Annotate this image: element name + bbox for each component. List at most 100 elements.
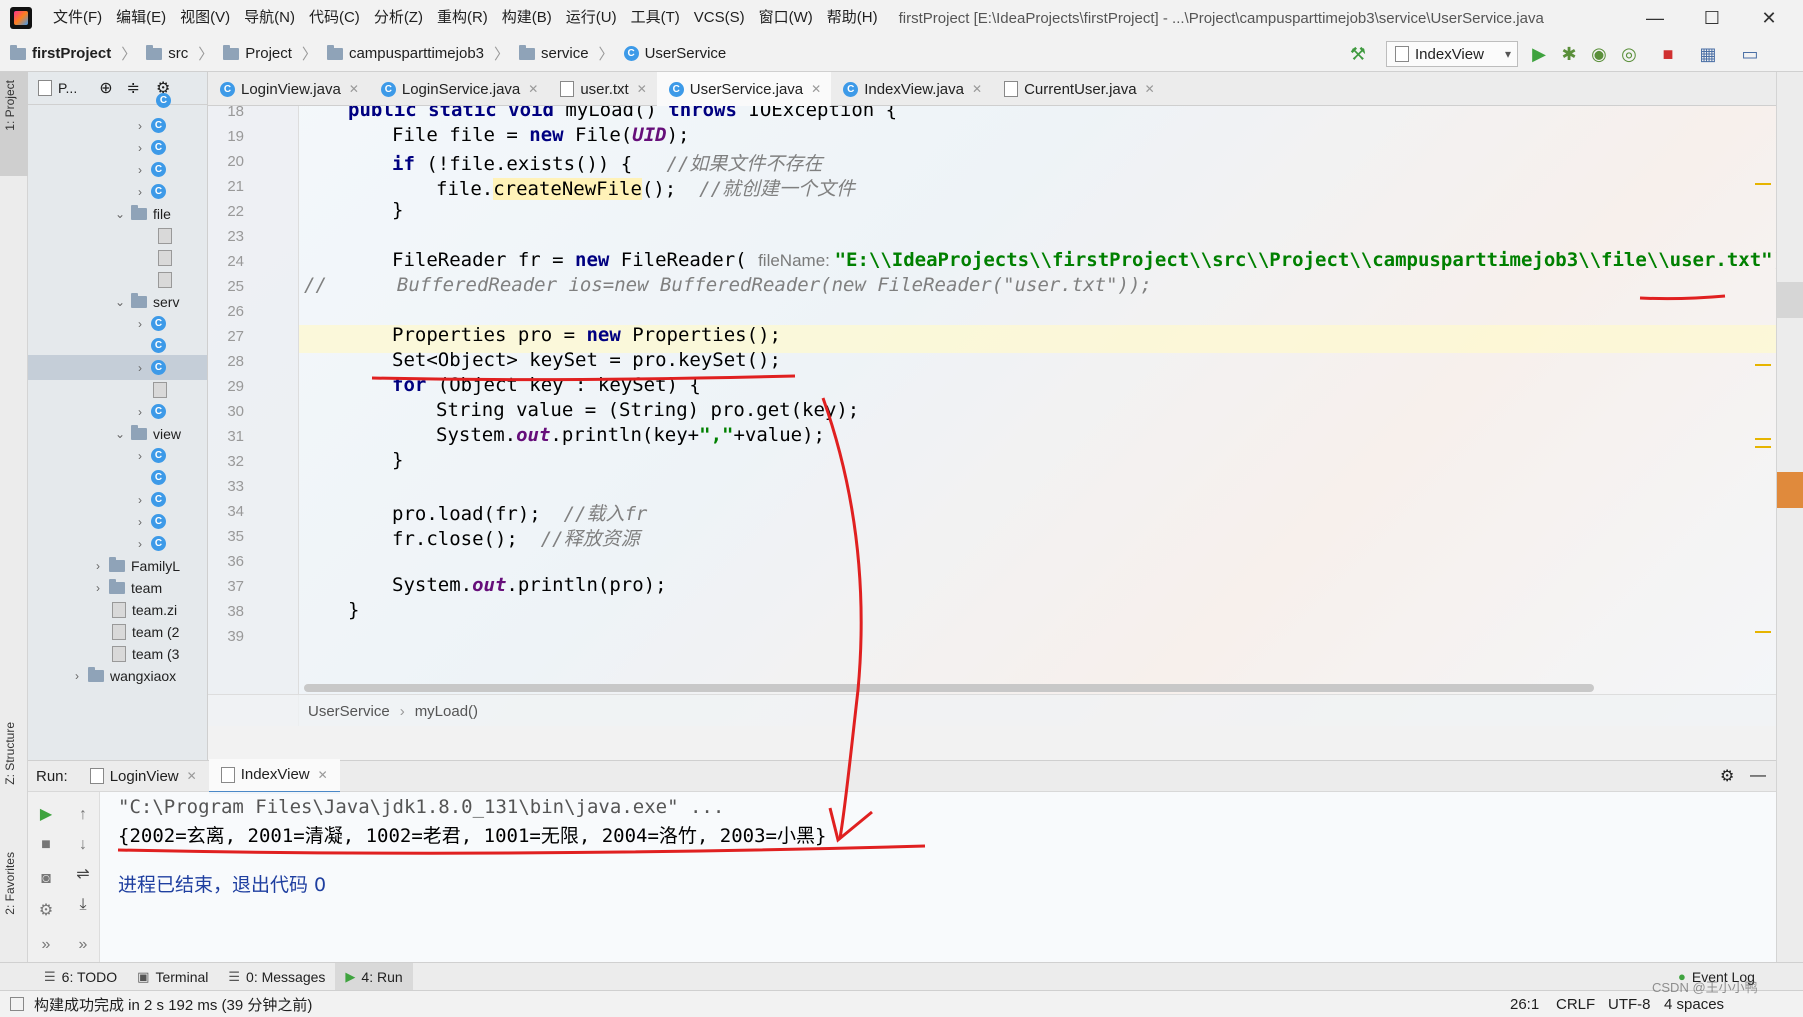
close-tab-icon[interactable]: ✕ [187,769,197,783]
scroll-down-icon[interactable]: ↓ [72,834,94,856]
more-icon[interactable]: » [72,934,94,956]
close-tab-icon[interactable]: ✕ [318,768,328,782]
menu-refactor[interactable]: 重构(R) [430,0,495,36]
editor-breadcrumb-method[interactable]: myLoad() [415,703,478,720]
indent-setting[interactable]: 4 spaces [1664,996,1724,1013]
scroll-up-icon[interactable]: ↑ [72,804,94,826]
menu-code[interactable]: 代码(C) [302,0,367,36]
minimize-icon[interactable]: — [1627,0,1683,36]
camera-icon[interactable]: ◙ [35,868,57,890]
menu-tools[interactable]: 工具(T) [624,0,687,36]
project-folder-icon [10,44,26,60]
menu-vcs[interactable]: VCS(S) [687,0,752,36]
run-tool-tab[interactable]: ▶ 4: Run [335,962,413,991]
close-tab-icon[interactable]: ✕ [1145,82,1155,96]
error-stripe-marker[interactable] [1777,472,1803,508]
line-number-gutter: 18 19 20 21 22 23 24 25 26 27 28 29 30 3… [208,106,299,726]
more-icon[interactable]: » [35,934,57,956]
warning-marker[interactable] [1755,183,1771,185]
stop-icon[interactable]: ■ [1658,44,1678,64]
menu-window[interactable]: 窗口(W) [752,0,820,36]
coverage-icon[interactable]: ◉ [1589,44,1609,64]
close-tab-icon[interactable]: ✕ [349,82,359,96]
caret-position[interactable]: 26:1 [1510,996,1539,1013]
close-tab-icon[interactable]: ✕ [811,82,821,96]
tab-indexview[interactable]: C IndexView.java ✕ [831,72,992,106]
run-settings-gear-icon[interactable]: ⚙ [1720,766,1734,786]
breadcrumb-project[interactable]: firstProject 〉 [0,43,136,64]
tab-loginservice[interactable]: C LoginService.java ✕ [369,72,548,106]
maximize-icon[interactable]: ☐ [1684,0,1740,36]
editor-breadcrumb-class[interactable]: UserService [308,703,390,720]
tab-currentuser[interactable]: CurrentUser.java ✕ [992,72,1165,106]
breadcrumb-src[interactable]: src 〉 [136,43,213,64]
run-icon[interactable]: ▶ [1529,44,1549,64]
soft-wrap-icon[interactable]: ⇌ [72,864,94,886]
line-number: 39 [227,628,244,645]
class-icon: C [668,81,684,97]
menu-run[interactable]: 运行(U) [559,0,624,36]
rerun-icon[interactable]: ▶ [35,804,57,826]
close-tab-icon[interactable]: ✕ [528,82,538,96]
profile-icon[interactable]: ◎ [1619,44,1639,64]
warning-marker[interactable] [1755,631,1771,633]
breadcrumb-package-service[interactable]: service 〉 [509,43,614,64]
breadcrumb-package-project[interactable]: Project 〉 [213,43,317,64]
tree-item-folder-wangxiaox[interactable]: › wangxiaox [28,663,207,688]
menu-file[interactable]: 文件(F) [46,0,109,36]
run-tab-indexview[interactable]: IndexView ✕ [208,758,340,794]
java-file-icon [1004,81,1019,97]
close-window-icon[interactable]: ✕ [1741,0,1797,36]
scroll-to-end-icon[interactable]: ⤓ [72,894,94,916]
menu-navigate[interactable]: 导航(N) [237,0,302,36]
close-tab-icon[interactable]: ✕ [972,82,982,96]
project-panel: P... ⊕ ≑ ⚙ C › C › C › C › C ⌄ file ⌄ serv › C … [28,72,208,760]
warning-marker[interactable] [1755,438,1771,440]
breadcrumb-package-campus[interactable]: campusparttimejob3 〉 [317,43,509,64]
console-output-line: {2002=玄离, 2001=清凝, 1002=老君, 1001=无限, 200… [118,825,827,847]
run-configuration-select[interactable]: IndexView ▾ [1386,41,1518,67]
restore-layout-icon[interactable]: ⚙ [35,900,57,922]
horizontal-scrollbar[interactable] [304,684,1594,692]
structure-tool-tab[interactable]: Z: Structure [3,722,17,785]
menu-help[interactable]: 帮助(H) [820,0,885,36]
run-tab-loginview[interactable]: LoginView ✕ [78,760,209,792]
terminal-tool-tab[interactable]: ▣ Terminal [127,963,218,991]
chevron-right-icon: › [138,140,142,155]
menu-edit[interactable]: 编辑(E) [109,0,173,36]
tree-item-class[interactable]: C [28,88,207,113]
warning-marker[interactable] [1755,364,1771,366]
warning-marker[interactable] [1755,446,1771,448]
class-icon: C [151,448,166,463]
todo-tool-tab[interactable]: ☰ 6: TODO [34,963,127,991]
hide-panel-icon[interactable]: — [1750,767,1766,785]
class-icon: C [380,81,396,97]
tab-user-txt[interactable]: user.txt ✕ [548,72,656,106]
tab-loginview[interactable]: C LoginView.java ✕ [208,72,369,106]
line-separator[interactable]: CRLF [1556,996,1595,1013]
line-number: 30 [227,403,244,420]
file-encoding[interactable]: UTF-8 [1608,996,1651,1013]
class-icon: C [151,184,166,199]
project-structure-icon[interactable]: ▦ [1698,44,1718,64]
scroll-thumb[interactable] [1777,282,1803,318]
debug-icon[interactable]: ✱ [1559,44,1579,64]
menu-build[interactable]: 构建(B) [495,0,559,36]
tab-userservice[interactable]: C UserService.java ✕ [656,72,832,109]
close-tab-icon[interactable]: ✕ [637,82,647,96]
favorites-tool-tab[interactable]: 2: Favorites [3,852,17,915]
build-hammer-icon[interactable]: ⚒ [1348,44,1368,64]
run-toolbar: ▶ ↑ ■ ↓ ⇌ ◙ ⤓ ⚙ » » [28,792,100,962]
menu-view[interactable]: 视图(V) [173,0,237,36]
breadcrumb-class[interactable]: C UserService [614,45,726,62]
menu-analyze[interactable]: 分析(Z) [367,0,430,36]
status-message[interactable]: 构建成功完成 in 2 s 192 ms (39 分钟之前) [34,994,312,1015]
project-tool-tab[interactable]: 1: Project [3,80,17,131]
toggle-tool-windows-icon[interactable] [10,997,24,1011]
window-layout-icon[interactable]: ▭ [1740,44,1760,64]
code-editor[interactable]: 18 19 20 21 22 23 24 25 26 27 28 29 30 3… [208,106,1776,726]
messages-tool-tab[interactable]: ☰ 0: Messages [218,963,335,991]
stop-run-icon[interactable]: ■ [35,834,57,856]
class-icon: C [843,81,859,97]
run-console[interactable]: "C:\Program Files\Java\jdk1.8.0_131\bin\… [100,792,1776,962]
